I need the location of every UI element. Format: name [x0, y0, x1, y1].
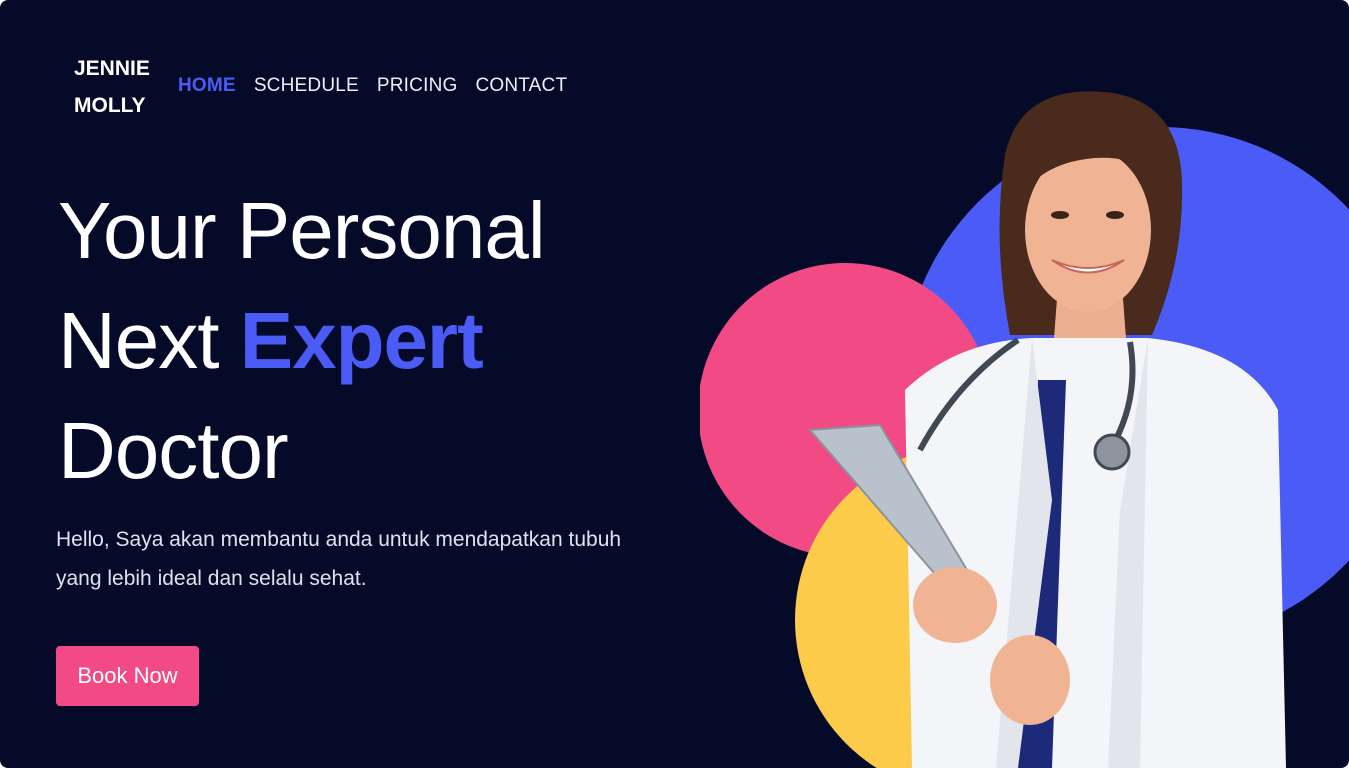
book-now-button[interactable]: Book Now — [56, 646, 199, 706]
hero-headline: Your Personal Next Expert Doctor — [58, 176, 546, 506]
main-nav: HOME SCHEDULE PRICING CONTACT — [178, 75, 567, 97]
hero-description: Hello, Saya akan membantu anda untuk men… — [56, 528, 622, 590]
headline-accent: Expert — [239, 296, 484, 385]
brand-line-2: MOLLY — [74, 94, 146, 117]
nav-item-schedule[interactable]: SCHEDULE — [254, 75, 359, 97]
brand-logo[interactable]: JENNIE MOLLY — [74, 50, 174, 124]
nav-item-pricing[interactable]: PRICING — [377, 75, 458, 97]
headline-line-3: Doctor — [58, 406, 289, 495]
nav-item-home[interactable]: HOME — [178, 75, 236, 97]
landing-page: JENNIE MOLLY HOME SCHEDULE PRICING CONTA… — [0, 0, 1349, 768]
nav-item-contact[interactable]: CONTACT — [475, 75, 567, 97]
hero-illustration — [700, 91, 1349, 768]
headline-line-1: Your Personal — [58, 186, 546, 275]
brand-line-1: JENNIE — [74, 57, 150, 80]
headline-line-2-start: Next — [58, 296, 240, 385]
